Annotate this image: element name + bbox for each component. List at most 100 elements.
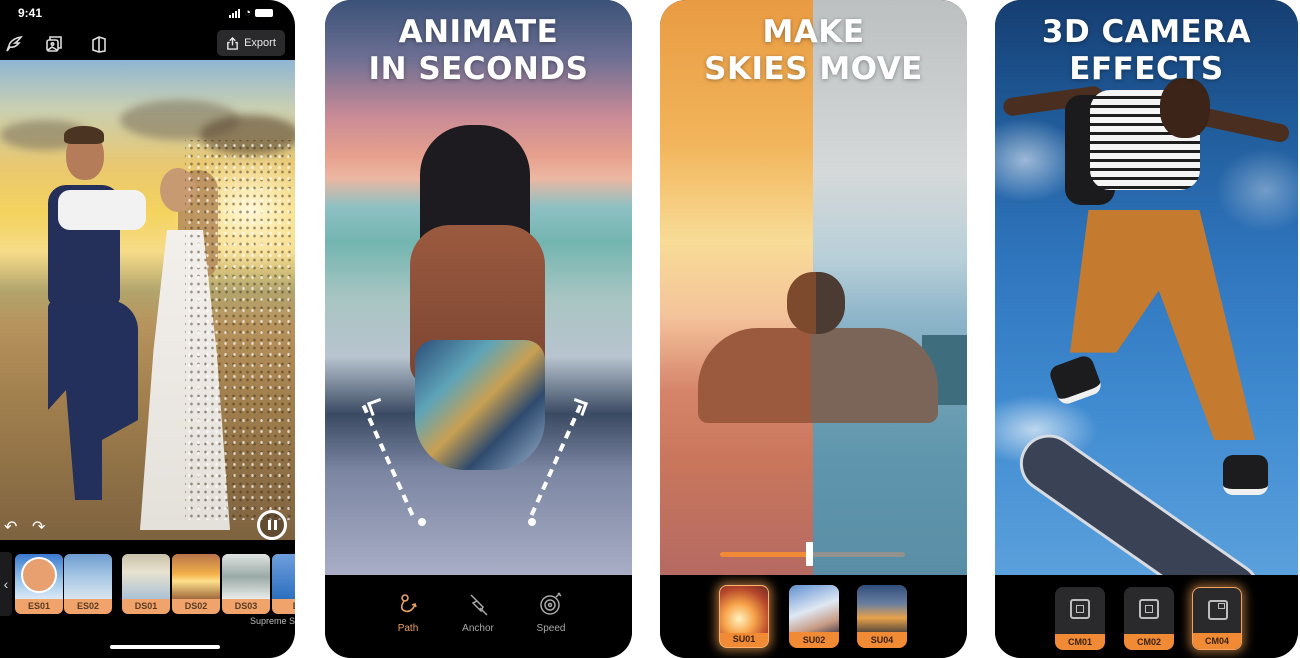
animation-toolbar: Path Anchor Speed bbox=[325, 575, 632, 658]
preset-thumb-image bbox=[172, 554, 220, 599]
preset-label: ES01 bbox=[27, 601, 51, 611]
camera-effect-thumb[interactable]: CM04 bbox=[1192, 587, 1242, 650]
man-head bbox=[787, 272, 845, 334]
preset-thumb[interactable]: DS01 bbox=[122, 554, 170, 614]
preset-thumb[interactable]: DS02 bbox=[172, 554, 220, 614]
camera-effect-label: CM04 bbox=[1193, 633, 1241, 649]
preset-thumb-image bbox=[272, 554, 295, 599]
pause-icon bbox=[267, 520, 271, 530]
tool-speed[interactable]: Speed bbox=[521, 591, 581, 634]
path-anchor-dot[interactable] bbox=[528, 518, 536, 526]
headline-line-1: MAKE bbox=[762, 14, 865, 50]
preset-label: ES02 bbox=[76, 601, 100, 611]
camera-zoom-icon bbox=[1139, 599, 1159, 619]
headline: ANIMATE IN SECONDS bbox=[325, 14, 632, 88]
sky-brush-icon[interactable] bbox=[4, 34, 24, 54]
sky-thumb-image bbox=[789, 585, 839, 632]
sky-tray: SU01 SU02 SU04 bbox=[660, 575, 967, 658]
preset-thumb[interactable]: D bbox=[272, 554, 295, 614]
camera-zoom-icon bbox=[1070, 599, 1090, 619]
camera-effect-label: CM02 bbox=[1124, 634, 1174, 650]
share-icon bbox=[227, 36, 238, 50]
headline-line-1: 3D CAMERA bbox=[1041, 14, 1252, 50]
arrow-head-icon bbox=[367, 398, 385, 416]
camera-pan-icon bbox=[1208, 600, 1228, 620]
skies-screenshot-panel: MAKE SKIES MOVE SU01 SU02 SU04 bbox=[660, 0, 967, 658]
swimsuit bbox=[415, 340, 545, 470]
comparison-slider-fill bbox=[720, 552, 809, 557]
sky-thumb[interactable]: SU04 bbox=[857, 585, 907, 648]
sky-thumb[interactable]: SU02 bbox=[789, 585, 839, 648]
path-icon bbox=[400, 594, 417, 613]
sky-label: SU01 bbox=[732, 634, 756, 644]
status-time: 9:41 bbox=[18, 6, 43, 20]
headline: 3D CAMERA EFFECTS bbox=[995, 14, 1298, 88]
preset-thumb-image bbox=[64, 554, 112, 599]
sky-thumb-image bbox=[720, 586, 768, 633]
preset-pack-name: Supreme S bbox=[249, 616, 295, 626]
undo-icon[interactable]: ↶ bbox=[4, 517, 17, 537]
chevron-left-icon[interactable]: ‹ bbox=[0, 552, 12, 616]
preset-thumb-image bbox=[222, 554, 270, 599]
preset-thumb[interactable]: ES02 bbox=[64, 554, 112, 614]
speed-icon bbox=[540, 592, 562, 615]
overlay-icon[interactable] bbox=[89, 34, 109, 54]
tool-path[interactable]: Path bbox=[378, 591, 438, 634]
sky-label: SU04 bbox=[870, 635, 894, 645]
pause-icon-bar bbox=[273, 520, 277, 530]
wedding-couple-photo bbox=[0, 60, 295, 540]
preset-strip: ‹ ES01 ES02 DS01 DS02 DS03 D bbox=[0, 548, 295, 618]
tool-anchor[interactable]: Anchor bbox=[448, 591, 508, 634]
preset-thumb[interactable]: DS03 bbox=[222, 554, 270, 614]
camera-effect-thumb[interactable]: CM02 bbox=[1124, 587, 1174, 650]
camera-effect-label: CM01 bbox=[1055, 634, 1105, 650]
selected-indicator bbox=[21, 557, 57, 593]
camera-effect-thumb[interactable]: CM01 bbox=[1055, 587, 1105, 650]
sneaker bbox=[1223, 455, 1268, 495]
headline-line-2: SKIES MOVE bbox=[704, 51, 923, 87]
camera-effects-screenshot-panel: 3D CAMERA EFFECTS CM01 CM02 CM04 bbox=[995, 0, 1298, 658]
preset-label: DS02 bbox=[184, 601, 208, 611]
arrow-head-icon bbox=[570, 398, 588, 416]
sky-label: SU02 bbox=[802, 635, 826, 645]
headline-line-2: IN SECONDS bbox=[368, 51, 589, 87]
headline-line-2: EFFECTS bbox=[1069, 51, 1224, 87]
home-indicator bbox=[110, 645, 220, 649]
comparison-slider-handle[interactable] bbox=[805, 542, 813, 566]
redo-icon[interactable]: ↷ bbox=[32, 517, 45, 537]
groom-legs bbox=[48, 300, 138, 500]
preset-label: D bbox=[272, 598, 295, 614]
camera-effect-tray: CM01 CM02 CM04 bbox=[995, 575, 1298, 658]
preset-thumb-image bbox=[122, 554, 170, 599]
tool-label: Anchor bbox=[462, 623, 494, 634]
editor-screenshot-panel: 9:41 ◔ Export ↶ ↷ ‹ ES01 ES02 DS01 DS02 … bbox=[0, 0, 295, 658]
sparkle-dispersion-effect bbox=[185, 140, 295, 520]
sneaker bbox=[1047, 353, 1104, 407]
groom-shirt bbox=[58, 190, 146, 230]
man-back bbox=[698, 328, 938, 423]
sky-thumb-image bbox=[857, 585, 907, 632]
anchor-pin-icon bbox=[470, 594, 488, 616]
preset-thumb[interactable]: ES01 bbox=[15, 554, 63, 614]
animate-screenshot-panel: ANIMATE IN SECONDS Path Anchor Speed bbox=[325, 0, 632, 658]
tool-label: Path bbox=[397, 623, 419, 634]
path-anchor-dot[interactable] bbox=[418, 518, 426, 526]
system-indicators: ◔ bbox=[229, 7, 273, 19]
wifi-icon: ◔ bbox=[244, 7, 251, 19]
sky-thumb[interactable]: SU01 bbox=[719, 585, 769, 648]
tool-label: Speed bbox=[536, 623, 566, 634]
headline-line-1: ANIMATE bbox=[398, 14, 559, 50]
pause-button[interactable] bbox=[257, 510, 287, 540]
export-button[interactable]: Export bbox=[217, 30, 285, 56]
groom-hair bbox=[64, 126, 104, 144]
gallery-icon[interactable] bbox=[44, 34, 64, 54]
headline: MAKE SKIES MOVE bbox=[660, 14, 967, 88]
orange-pants bbox=[1070, 210, 1255, 440]
export-label: Export bbox=[244, 37, 276, 49]
status-bar: 9:41 ◔ bbox=[0, 0, 295, 26]
preset-label: DS01 bbox=[134, 601, 158, 611]
motion-path-left bbox=[361, 404, 417, 521]
cellular-signal-icon bbox=[229, 8, 241, 18]
battery-icon bbox=[255, 9, 273, 17]
editor-toolbar: Export bbox=[0, 28, 295, 60]
